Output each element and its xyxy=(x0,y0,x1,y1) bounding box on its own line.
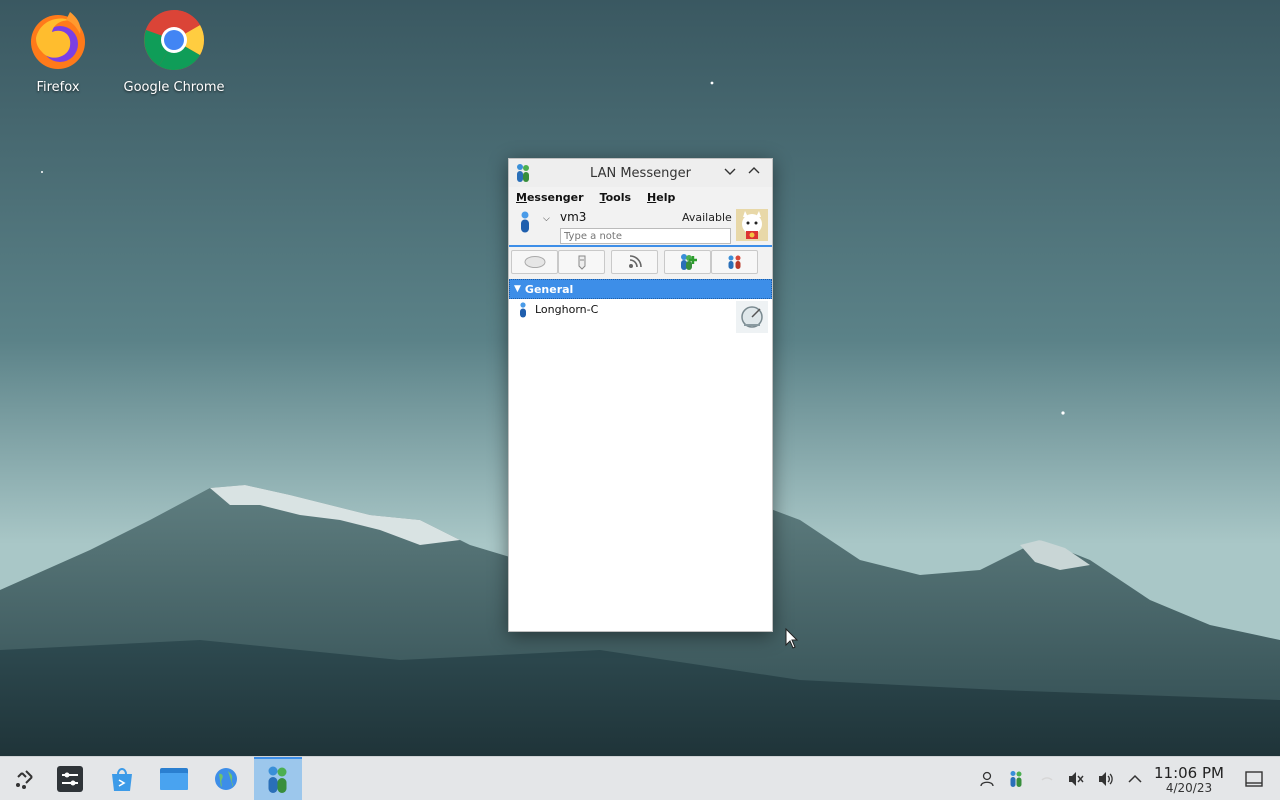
app-launcher-button[interactable] xyxy=(0,757,48,800)
chevron-up-icon xyxy=(748,167,760,174)
user-status-text[interactable]: Available xyxy=(682,211,732,224)
chrome-icon xyxy=(144,9,205,71)
menu-messenger[interactable]: Messenger xyxy=(516,191,584,204)
group-button[interactable] xyxy=(711,250,758,274)
tray-expand[interactable] xyxy=(1125,769,1145,789)
tray-user[interactable] xyxy=(977,769,997,789)
discover-icon xyxy=(112,768,132,791)
app-launcher-icon xyxy=(16,770,33,789)
lan-messenger-window: LAN Messenger Messenger Tools Help ⌵ vm3… xyxy=(508,158,773,632)
broadcast-icon xyxy=(628,255,642,268)
expand-tray-icon xyxy=(1128,774,1142,783)
settings-icon xyxy=(57,766,83,792)
chat-icon xyxy=(524,256,545,268)
contact-name: Longhorn-C xyxy=(535,303,599,316)
taskbar-lan-messenger[interactable] xyxy=(254,757,302,800)
network-icon xyxy=(1041,777,1053,781)
tray-network[interactable] xyxy=(1037,769,1057,789)
window-titlebar[interactable]: LAN Messenger xyxy=(509,159,772,187)
contact-list: ▼ General Longhorn-C xyxy=(509,279,772,631)
status-dropdown-icon[interactable]: ⌵ xyxy=(543,214,550,224)
lan-messenger-icon xyxy=(268,766,287,793)
user-avatar[interactable] xyxy=(736,209,768,241)
taskbar-discover[interactable] xyxy=(98,757,146,800)
group-name: General xyxy=(524,282,574,296)
maximize-button[interactable] xyxy=(746,165,762,181)
file-manager-icon xyxy=(160,768,188,790)
group-icon xyxy=(728,255,740,269)
tray-volume[interactable] xyxy=(1096,769,1116,789)
file-transfer-button[interactable] xyxy=(558,250,605,274)
tray-muted-speaker[interactable] xyxy=(1066,769,1086,789)
minimize-button[interactable] xyxy=(722,165,738,181)
tray-lan-messenger[interactable] xyxy=(1006,769,1026,789)
lan-messenger-tray-icon xyxy=(1010,771,1022,787)
expand-arrow-icon: ▼ xyxy=(514,284,521,294)
lan-messenger-app-icon xyxy=(517,164,529,182)
file-transfer-icon xyxy=(578,255,585,270)
globe-icon xyxy=(215,768,237,790)
volume-icon xyxy=(1099,772,1113,786)
firefox-icon xyxy=(31,12,85,69)
menu-tools[interactable]: Tools xyxy=(600,191,631,204)
mouse-cursor-icon xyxy=(785,628,799,649)
taskbar: 11:06 PM 4/20/23 xyxy=(0,756,1280,800)
clock-date: 4/20/23 xyxy=(1165,781,1213,795)
contact-row[interactable]: Longhorn-C xyxy=(509,299,772,335)
contact-avatar xyxy=(736,301,768,333)
menu-bar: Messenger Tools Help xyxy=(509,187,772,207)
clock-time: 11:06 PM xyxy=(1154,764,1224,782)
user-status-panel: ⌵ vm3 Available xyxy=(509,207,772,247)
taskbar-file-manager[interactable] xyxy=(150,757,198,800)
chevron-down-icon xyxy=(724,168,736,175)
desktop-icon-google-chrome[interactable]: Google Chrome xyxy=(119,8,229,95)
show-desktop-icon xyxy=(1245,771,1263,787)
chat-button[interactable] xyxy=(511,250,558,274)
taskbar-browser[interactable] xyxy=(202,757,250,800)
user-status-icon[interactable] xyxy=(518,211,532,233)
main-toolbar xyxy=(509,247,772,277)
muted-speaker-icon xyxy=(1069,772,1084,786)
add-contact-icon xyxy=(680,254,697,270)
user-name: vm3 xyxy=(560,210,587,224)
add-contact-button[interactable] xyxy=(664,250,711,274)
broadcast-button[interactable] xyxy=(611,250,658,274)
taskbar-settings[interactable] xyxy=(46,757,94,800)
show-desktop-button[interactable] xyxy=(1244,769,1264,789)
menu-help[interactable]: Help xyxy=(647,191,675,204)
user-icon xyxy=(980,771,994,787)
clock[interactable]: 11:06 PM 4/20/23 xyxy=(1150,765,1228,795)
desktop-icon-label: Firefox xyxy=(36,80,80,95)
desktop-icon-label: Google Chrome xyxy=(123,80,225,95)
note-input[interactable] xyxy=(560,228,731,244)
contact-status-icon xyxy=(520,302,526,318)
group-header-general[interactable]: ▼ General xyxy=(509,279,772,299)
desktop-icon-firefox[interactable]: Firefox xyxy=(3,8,113,95)
